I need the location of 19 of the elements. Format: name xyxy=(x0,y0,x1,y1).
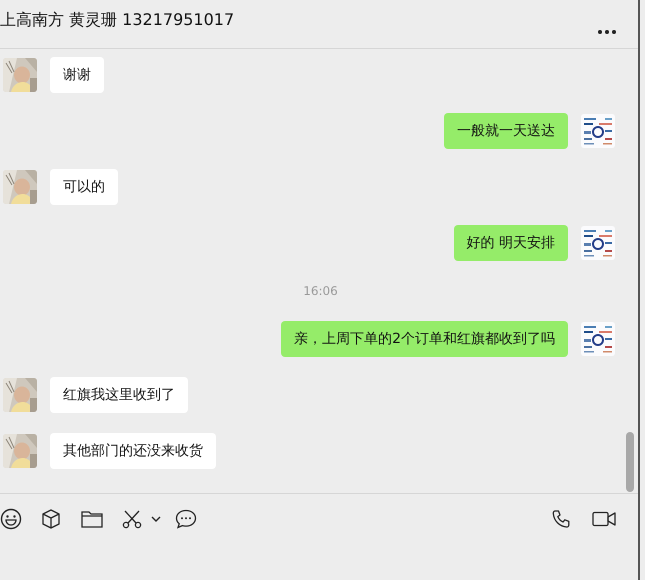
video-camera-icon[interactable] xyxy=(592,511,616,527)
chat-bubble-icon[interactable] xyxy=(175,509,197,529)
message-bubble: 谢谢 xyxy=(50,57,104,93)
more-icon[interactable] xyxy=(597,29,617,35)
chat-title: 上高南方 黄灵珊 13217951017 xyxy=(0,9,234,31)
emoji-icon[interactable] xyxy=(0,508,22,530)
message-bubble: 好的 明天安排 xyxy=(454,225,568,261)
caret-icon[interactable] xyxy=(151,516,161,522)
message-bubble: 可以的 xyxy=(50,169,118,205)
phone-icon[interactable] xyxy=(551,508,572,530)
message-bubble: 红旗我这里收到了 xyxy=(50,377,188,413)
timestamp: 16:06 xyxy=(303,284,338,298)
message-bubble: 亲，上周下单的2个订单和红旗都收到了吗 xyxy=(281,321,568,357)
scissors-icon[interactable] xyxy=(122,509,142,529)
folder-icon[interactable] xyxy=(81,510,103,528)
cube-icon[interactable] xyxy=(41,508,61,530)
message-bubble: 一般就一天送达 xyxy=(444,113,568,149)
scrollbar-thumb[interactable] xyxy=(626,432,634,492)
message-bubble: 其他部门的还没来收货 xyxy=(50,433,216,469)
